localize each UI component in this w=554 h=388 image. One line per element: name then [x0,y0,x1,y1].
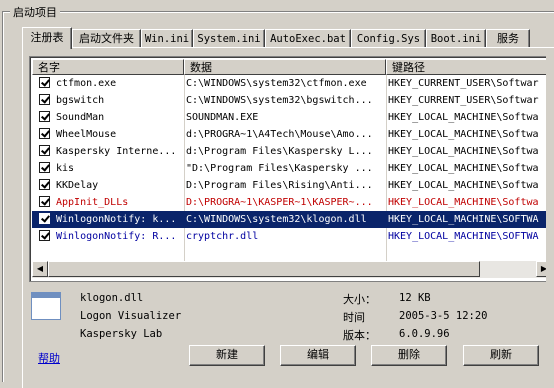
table-row[interactable]: ctfmon.exe C:\WINDOWS\system32\ctfmon.ex… [32,75,546,92]
row-checkbox[interactable] [39,94,50,105]
table-row[interactable]: WheelMouse d:\PROGRA~1\A4Tech\Mouse\Amo.… [32,126,546,143]
tab-config-sys[interactable]: Config.Sys [351,29,426,47]
detail-company: Kaspersky Lab [80,328,163,340]
row-name: bgswitch [56,95,105,106]
row-key-path: HKEY_CURRENT_USER\Softwar [388,95,539,106]
table-row[interactable]: Kaspersky Interne... d:\Program Files\Ka… [32,143,546,160]
table-row[interactable]: SoundMan SOUNDMAN.EXE HKEY_LOCAL_MACHINE… [32,109,546,126]
scroll-left-icon[interactable]: ◀ [32,261,48,277]
row-checkbox[interactable] [39,111,50,122]
tab-startup-folder[interactable]: 启动文件夹 [72,29,141,47]
edit-button[interactable]: 编辑 [280,345,356,366]
new-button[interactable]: 新建 [189,345,265,366]
refresh-button[interactable]: 刷新 [463,345,539,366]
detail-time: 2005-3-5 12:20 [399,310,488,322]
column-header-name[interactable]: 名字 [32,59,184,75]
row-checkbox[interactable] [39,145,50,156]
horizontal-scrollbar[interactable]: ◀ ▶ [32,261,546,278]
startup-list[interactable]: 名字 数据 键路径 ctfmon.exe C:\WINDOWS\system32… [29,56,546,282]
row-key-path: HKEY_LOCAL_MACHINE\Softwa [388,197,539,208]
row-name: WheelMouse [56,129,117,140]
table-row[interactable]: AppInit_DLLs D:\PROGRA~1\KASPER~1\KASPER… [32,194,546,211]
table-row-selected[interactable]: WinlogonNotify: k... C:\WINDOWS\system32… [32,211,546,228]
tab-autoexec-bat[interactable]: AutoExec.bat [265,29,351,47]
row-checkbox[interactable] [39,77,50,88]
row-name: AppInit_DLLs [56,197,129,208]
row-name: KKDelay [56,180,99,191]
row-name: Kaspersky Interne... [56,146,177,157]
row-data: "D:\Program Files\Kaspersky ... [186,163,373,174]
row-data: d:\Program Files\Kaspersky L... [186,146,373,157]
row-data: C:\WINDOWS\system32\bgswitch... [186,95,373,106]
row-checkbox[interactable] [39,213,50,224]
row-data: D:\Program Files\Rising\Anti... [186,180,373,191]
row-name: kis [56,163,75,174]
column-header-key-path[interactable]: 键路径 [386,59,546,75]
row-name: WinlogonNotify: k... [56,214,177,225]
row-name: WinlogonNotify: R... [56,231,177,242]
row-key-path: HKEY_LOCAL_MACHINE\SOFTWA [388,231,539,242]
row-key-path: HKEY_LOCAL_MACHINE\Softwa [388,163,539,174]
row-key-path: HKEY_CURRENT_USER\Softwar [388,78,539,89]
row-data: SOUNDMAN.EXE [186,112,259,123]
row-key-path: HKEY_LOCAL_MACHINE\SOFTWA [388,214,539,225]
delete-button[interactable]: 删除 [371,345,447,366]
row-name: ctfmon.exe [56,78,117,89]
tab-win-ini[interactable]: Win.ini [141,29,193,47]
detail-description: Logon Visualizer [80,310,182,322]
group-title: 启动项目 [10,4,60,20]
list-header: 名字 数据 键路径 [32,59,546,75]
row-name: SoundMan [56,112,105,123]
table-row[interactable]: KKDelay D:\Program Files\Rising\Anti... … [32,177,546,194]
file-icon [31,292,61,320]
row-checkbox[interactable] [39,230,50,241]
table-row[interactable]: kis "D:\Program Files\Kaspersky ... HKEY… [32,160,546,177]
row-checkbox[interactable] [39,162,50,173]
scrollbar-thumb[interactable] [48,261,480,277]
scroll-right-icon[interactable]: ▶ [536,261,546,277]
row-key-path: HKEY_LOCAL_MACHINE\Softwa [388,112,539,123]
row-key-path: HKEY_LOCAL_MACHINE\Softwa [388,146,539,157]
tab-boot-ini[interactable]: Boot.ini [426,29,486,47]
help-link[interactable]: 帮助 [38,350,60,366]
tab-services[interactable]: 服务 [486,29,530,47]
time-label: 时间 [343,311,365,324]
row-checkbox[interactable] [39,179,50,190]
row-checkbox[interactable] [39,128,50,139]
row-data: C:\WINDOWS\system32\ctfmon.exe [186,78,367,89]
tab-registry[interactable]: 注册表 [22,27,72,49]
column-header-data[interactable]: 数据 [184,59,386,75]
row-key-path: HKEY_LOCAL_MACHINE\Softwa [388,129,539,140]
version-label: 版本： [343,329,376,342]
row-data: C:\WINDOWS\system32\klogon.dll [186,214,367,225]
table-row[interactable]: bgswitch C:\WINDOWS\system32\bgswitch...… [32,92,546,109]
table-row[interactable]: WinlogonNotify: R... cryptchr.dll HKEY_L… [32,228,546,245]
row-checkbox[interactable] [39,196,50,207]
row-data: D:\PROGRA~1\KASPER~1\KASPER~... [186,197,373,208]
row-key-path: HKEY_LOCAL_MACHINE\Softwa [388,180,539,191]
detail-file-name: klogon.dll [80,292,144,304]
row-data: d:\PROGRA~1\A4Tech\Mouse\Amo... [186,129,373,140]
detail-size: 12 KB [399,292,431,304]
tab-system-ini[interactable]: System.ini [193,29,265,47]
detail-version: 6.0.9.96 [399,328,450,340]
size-label: 大小： [343,293,376,306]
row-data: cryptchr.dll [186,231,259,242]
